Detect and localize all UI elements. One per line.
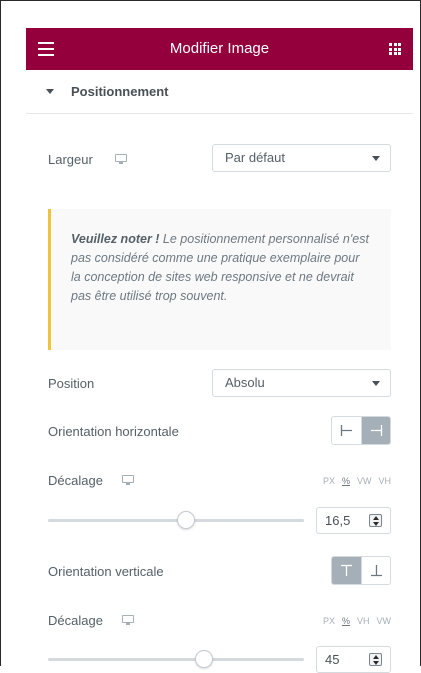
horizontal-offset-slider[interactable] bbox=[48, 510, 304, 530]
vertical-offset-slider[interactable] bbox=[48, 649, 304, 669]
orientation-bottom-button[interactable] bbox=[361, 557, 390, 584]
orientation-top-button[interactable] bbox=[332, 557, 361, 584]
caret-down-icon bbox=[46, 89, 54, 94]
positioning-notice: Veuillez noter ! Le positionnement perso… bbox=[48, 209, 391, 350]
unit-px[interactable]: PX bbox=[323, 476, 335, 486]
slider-track bbox=[48, 519, 304, 522]
section-title: Positionnement bbox=[71, 84, 169, 99]
horizontal-orientation-label: Orientation horizontale bbox=[48, 424, 179, 439]
orientation-right-button[interactable] bbox=[361, 417, 390, 444]
section-body: Largeur Par défaut Veuillez noter ! Le p… bbox=[26, 114, 413, 673]
vertical-offset-label: Décalage bbox=[48, 613, 103, 628]
unit-vw[interactable]: VW bbox=[357, 476, 372, 486]
align-right-icon bbox=[371, 425, 383, 436]
horizontal-offset-units: PX % VW VH bbox=[323, 476, 391, 486]
desktop-monitor-icon[interactable] bbox=[115, 154, 127, 164]
width-label: Largeur bbox=[48, 152, 93, 167]
align-top-icon bbox=[341, 564, 352, 576]
chevron-down-icon bbox=[372, 156, 380, 161]
vertical-offset-units: PX % VH VW bbox=[323, 616, 391, 626]
horizontal-offset-input[interactable] bbox=[317, 508, 369, 533]
slider-handle[interactable] bbox=[177, 511, 196, 529]
align-left-icon bbox=[340, 425, 352, 436]
notice-text: Veuillez noter ! Le positionnement perso… bbox=[71, 230, 371, 306]
section-toggle-positionnement[interactable]: Positionnement bbox=[26, 70, 413, 114]
horizontal-orientation-group bbox=[331, 416, 391, 445]
vertical-offset-input-box bbox=[316, 646, 391, 673]
notice-strong: Veuillez noter ! bbox=[71, 232, 160, 246]
width-select-value: Par défaut bbox=[225, 150, 285, 165]
position-select-value: Absolu bbox=[225, 375, 265, 390]
unit-vh[interactable]: VH bbox=[378, 476, 391, 486]
horizontal-offset-label: Décalage bbox=[48, 473, 103, 488]
vertical-orientation-label: Orientation verticale bbox=[48, 564, 164, 579]
unit-vh[interactable]: VH bbox=[357, 616, 370, 626]
desktop-monitor-icon[interactable] bbox=[122, 475, 134, 485]
spinner-icon[interactable] bbox=[369, 514, 382, 527]
chevron-down-icon bbox=[372, 381, 380, 386]
slider-track bbox=[48, 658, 304, 661]
unit-px[interactable]: PX bbox=[323, 616, 335, 626]
unit-vw[interactable]: VW bbox=[377, 616, 392, 626]
desktop-monitor-icon[interactable] bbox=[122, 615, 134, 625]
vertical-offset-input[interactable] bbox=[317, 647, 369, 672]
orientation-left-button[interactable] bbox=[332, 417, 361, 444]
position-label: Position bbox=[48, 376, 95, 391]
grid-icon[interactable] bbox=[389, 43, 401, 55]
unit-percent[interactable]: % bbox=[342, 476, 350, 486]
position-select[interactable]: Absolu bbox=[212, 369, 391, 397]
align-bottom-icon bbox=[371, 565, 382, 577]
vertical-orientation-group bbox=[331, 556, 391, 585]
width-select[interactable]: Par défaut bbox=[212, 144, 391, 172]
slider-handle[interactable] bbox=[195, 650, 214, 668]
horizontal-offset-input-box bbox=[316, 507, 391, 534]
panel-header: Modifier Image bbox=[26, 28, 413, 70]
panel-title: Modifier Image bbox=[169, 40, 270, 57]
unit-percent[interactable]: % bbox=[342, 616, 350, 626]
spinner-icon[interactable] bbox=[369, 653, 382, 666]
editor-panel: Modifier Image Positionnement Largeur Pa… bbox=[26, 28, 413, 673]
